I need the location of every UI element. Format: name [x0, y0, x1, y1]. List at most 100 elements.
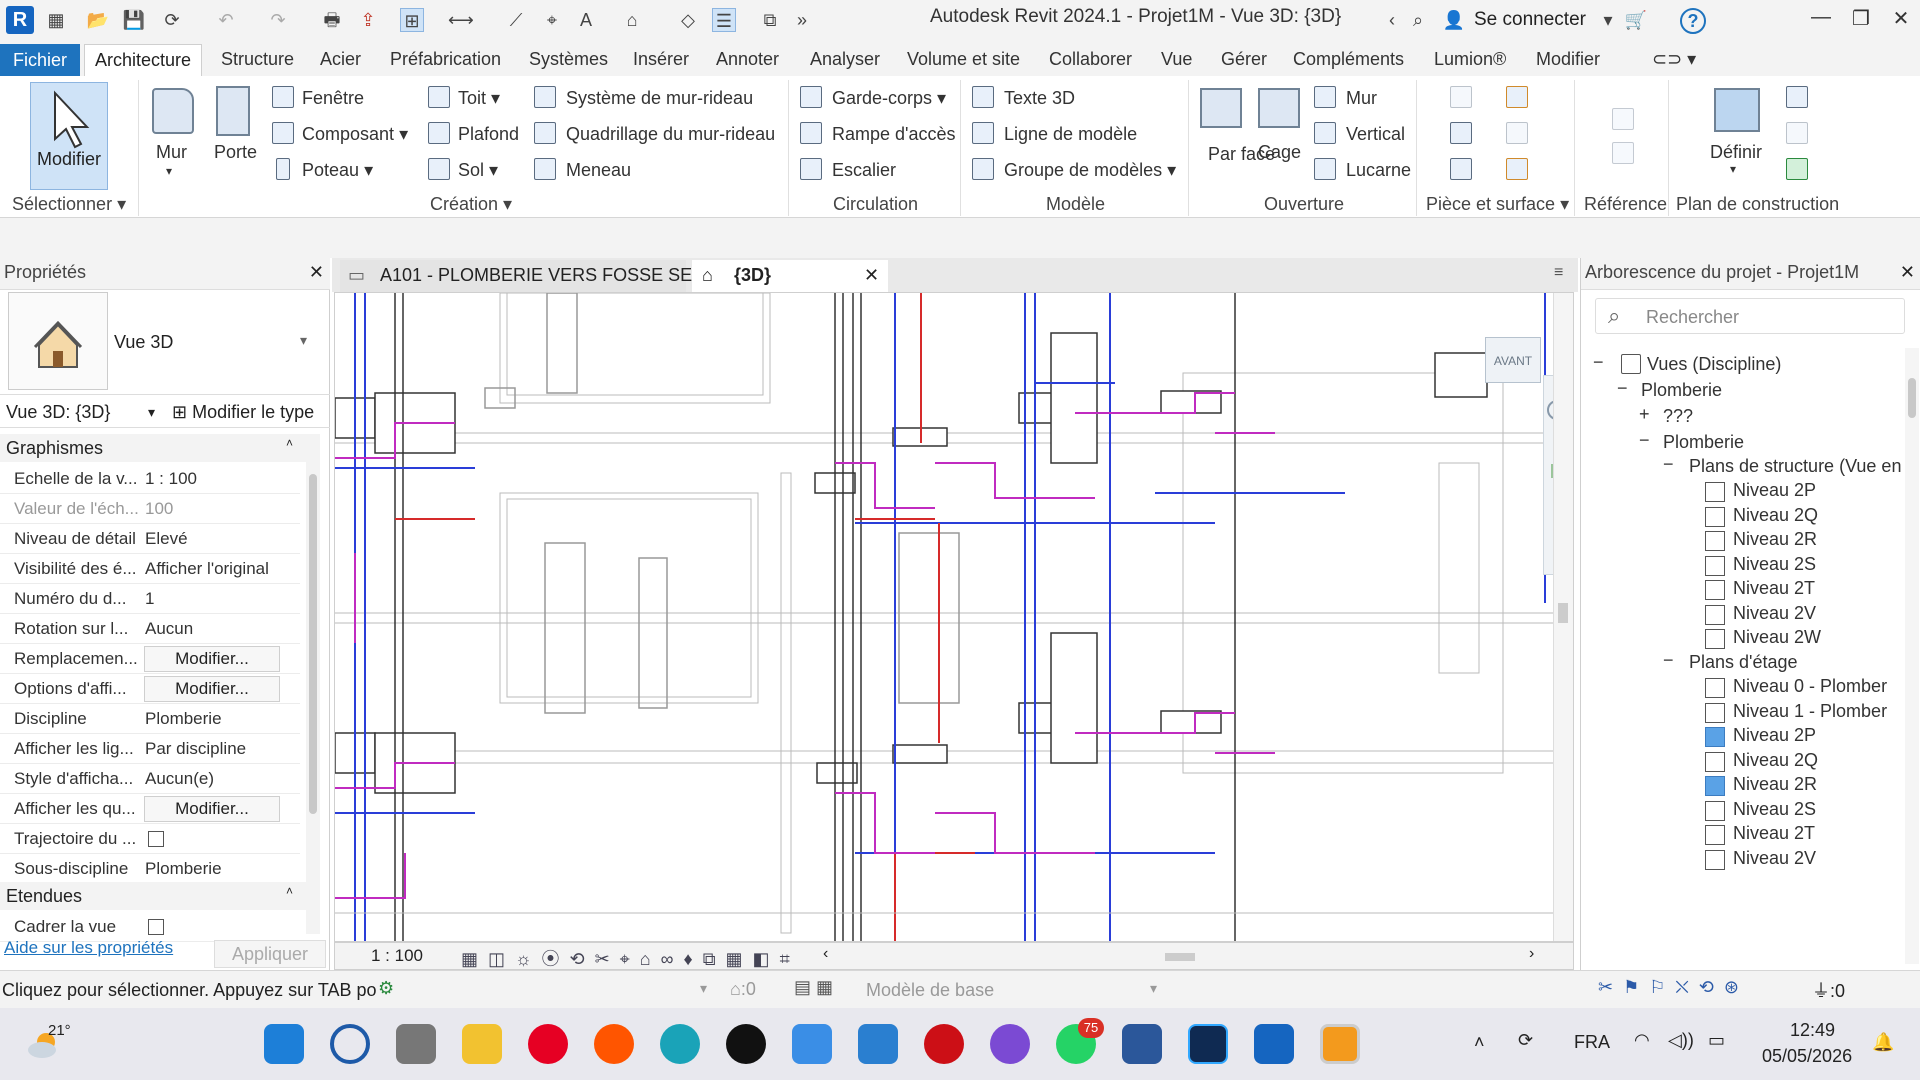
escalier-button[interactable]: Escalier: [832, 160, 896, 181]
chevron-left-icon[interactable]: ‹: [823, 945, 828, 963]
selection-options-icons[interactable]: ✂⚑⚐⛌⟲⊛: [1598, 977, 1749, 998]
systeme-mur-rideau-button[interactable]: Système de mur-rideau: [566, 88, 753, 109]
collapse-icon[interactable]: ˄: [286, 436, 293, 450]
panel-piece-surface[interactable]: Pièce et surface ▾: [1426, 194, 1569, 215]
volume-icon[interactable]: ◁)): [1668, 1030, 1694, 1051]
definir-button[interactable]: Définir: [1710, 142, 1762, 163]
garde-corps-button[interactable]: Garde-corps ▾: [832, 88, 946, 109]
close-icon[interactable]: ✕: [864, 260, 879, 290]
tab-modifier[interactable]: Modifier: [1536, 49, 1600, 70]
ribbon-options-icon[interactable]: ⊂⊃ ▾: [1652, 49, 1696, 70]
tree-view-item[interactable]: Niveau 2T: [1733, 823, 1815, 844]
tab-a101[interactable]: ▭ A101 - PLOMBERIE VERS FOSSE SE...: [340, 260, 707, 292]
extents-section-header[interactable]: Etendues ˄: [0, 882, 318, 910]
chevron-down-icon[interactable]: ▾: [148, 404, 155, 421]
section-icon[interactable]: ◇: [676, 8, 700, 32]
close-button[interactable]: ✕: [1886, 6, 1916, 34]
chevron-down-icon[interactable]: ▾: [1730, 162, 1736, 176]
tree-view-item[interactable]: Niveau 2T: [1733, 578, 1815, 599]
chevron-up-icon[interactable]: ˄: [1474, 1032, 1485, 1053]
undo-icon[interactable]: ↶: [214, 8, 238, 32]
model-canvas[interactable]: [335, 293, 1574, 942]
vscode-icon[interactable]: [858, 1024, 898, 1064]
tab-gerer[interactable]: Gérer: [1221, 49, 1267, 70]
close-icon[interactable]: ✕: [309, 262, 324, 283]
sync-icon[interactable]: ⟳: [160, 8, 184, 32]
tree-node-sub-plomberie[interactable]: Plomberie: [1663, 432, 1744, 453]
search-box[interactable]: ⌕ Rechercher: [1595, 298, 1905, 334]
task-view-icon[interactable]: [396, 1024, 436, 1064]
properties-scrollbar[interactable]: [306, 434, 320, 934]
scale-selector[interactable]: 1 : 100: [371, 946, 423, 966]
measure-icon[interactable]: ⊞: [400, 8, 424, 32]
save-icon[interactable]: 💾: [122, 8, 146, 32]
toit-button[interactable]: Toit ▾: [458, 88, 500, 109]
modifier-button[interactable]: Modifier: [30, 82, 108, 190]
panel-selectionner[interactable]: Sélectionner ▾: [12, 194, 126, 215]
redo-icon[interactable]: ↷: [266, 8, 290, 32]
vertical-scrollbar[interactable]: [1553, 293, 1573, 941]
tree-node-structure-plans[interactable]: Plans de structure (Vue en: [1689, 456, 1901, 477]
mur-opening-button[interactable]: Mur: [1346, 88, 1377, 109]
chevron-down-icon[interactable]: ▾: [300, 332, 307, 349]
minimize-button[interactable]: —: [1806, 6, 1836, 34]
property-value[interactable]: Plomberie: [145, 859, 222, 879]
door-icon[interactable]: [216, 86, 250, 136]
sync-tray-icon[interactable]: ⟳: [1518, 1030, 1533, 1051]
tree-node-views[interactable]: Vues (Discipline): [1647, 354, 1781, 375]
edit-type-button[interactable]: ⊞ Modifier le type: [172, 402, 314, 423]
property-value[interactable]: 1 : 100: [145, 469, 197, 489]
3d-viewport[interactable]: AVANT: [334, 292, 1574, 942]
dimension-icon[interactable]: ⟷: [448, 8, 474, 32]
tree-node-unknown[interactable]: ???: [1663, 406, 1693, 427]
tag-icon[interactable]: ⌖: [540, 8, 564, 32]
viewcube[interactable]: AVANT: [1485, 337, 1541, 383]
revit-taskbar-icon[interactable]: [1254, 1024, 1294, 1064]
chevron-right-icon[interactable]: ›: [1529, 945, 1534, 963]
wall-icon[interactable]: [152, 88, 194, 134]
close-icon[interactable]: ✕: [1900, 262, 1915, 283]
tree-expand-icon[interactable]: +: [1639, 404, 1650, 425]
scrollbar-thumb[interactable]: [309, 474, 317, 814]
modify-button[interactable]: Modifier...: [144, 676, 280, 702]
browser-scrollbar[interactable]: [1905, 348, 1919, 964]
soundcloud-icon[interactable]: [594, 1024, 634, 1064]
modify-button[interactable]: Modifier...: [144, 796, 280, 822]
tree-view-item[interactable]: Niveau 2V: [1733, 603, 1816, 624]
tab-architecture[interactable]: Architecture: [84, 44, 202, 76]
property-value[interactable]: Par discipline: [145, 739, 246, 759]
text-icon[interactable]: A: [574, 8, 598, 32]
tab-structure[interactable]: Structure: [221, 49, 294, 70]
open-icon[interactable]: 📂: [86, 8, 110, 32]
3d-view-icon[interactable]: ⌂: [620, 8, 644, 32]
work-plane-icon[interactable]: [1714, 88, 1760, 132]
tab-acier[interactable]: Acier: [320, 49, 361, 70]
quadrillage-button[interactable]: Quadrillage du mur-rideau: [566, 124, 775, 145]
tree-node-floor-plans[interactable]: Plans d'étage: [1689, 652, 1798, 673]
tab-vue[interactable]: Vue: [1161, 49, 1192, 70]
sol-button[interactable]: Sol ▾: [458, 160, 498, 181]
store-icon[interactable]: [792, 1024, 832, 1064]
binoculars-icon[interactable]: ⌕: [1406, 8, 1430, 32]
tab-complements[interactable]: Compléments: [1293, 49, 1404, 70]
scrollbar-thumb[interactable]: [1908, 378, 1916, 418]
start-icon[interactable]: [264, 1024, 304, 1064]
thin-lines-icon[interactable]: ☰: [712, 8, 736, 32]
modify-button[interactable]: Modifier...: [144, 646, 280, 672]
print-icon[interactable]: 🖶: [320, 8, 344, 32]
tree-view-item[interactable]: Niveau 2W: [1733, 627, 1821, 648]
groupe-modeles-button[interactable]: Groupe de modèles ▾: [1004, 160, 1176, 181]
chevron-left-icon[interactable]: ‹: [1380, 8, 1404, 32]
language-indicator[interactable]: FRA: [1574, 1032, 1610, 1053]
tree-node-plomberie[interactable]: Plomberie: [1641, 380, 1722, 401]
file-explorer-icon[interactable]: [462, 1024, 502, 1064]
poteau-button[interactable]: Poteau ▾: [302, 160, 373, 181]
apply-button[interactable]: Appliquer: [214, 940, 326, 968]
view-tools[interactable]: ▦◫☼⦿⟲✂⌖⌂∞♦⧉▦◧⌗: [461, 945, 800, 971]
cart-icon[interactable]: 🛒: [1624, 8, 1648, 32]
tree-view-item[interactable]: Niveau 2R: [1733, 529, 1817, 550]
plafond-button[interactable]: Plafond: [458, 124, 519, 145]
tree-view-item[interactable]: Niveau 2Q: [1733, 505, 1818, 526]
tree-collapse-icon[interactable]: −: [1663, 454, 1674, 475]
design-options-icon[interactable]: ▤ ▦: [794, 977, 833, 998]
